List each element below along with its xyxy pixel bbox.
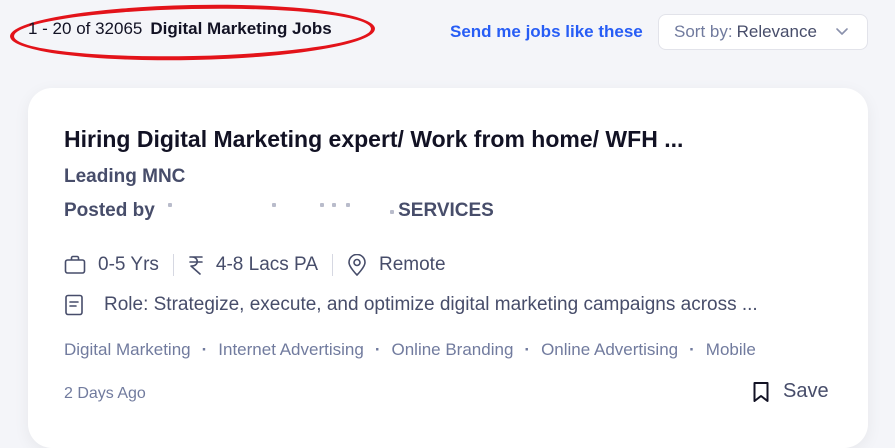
sort-label: Sort by:: [674, 22, 733, 41]
redacted-poster-name: [160, 200, 399, 221]
save-label: Save: [783, 380, 829, 402]
results-query: Digital Marketing Jobs: [150, 19, 332, 38]
bookmark-icon: [753, 381, 769, 402]
posted-by-label: Posted by: [64, 200, 155, 221]
tag: Online Advertising: [541, 340, 679, 359]
poster-name: SERVICES: [398, 200, 494, 221]
tag: Internet Advertising: [218, 340, 364, 359]
job-description: Role: Strategize, execute, and optimize …: [64, 294, 758, 316]
job-card[interactable]: Hiring Digital Marketing expert/ Work fr…: [28, 88, 868, 448]
save-button[interactable]: Save: [752, 380, 829, 403]
tag-separator: ·: [374, 340, 381, 359]
tag: Digital Marketing: [64, 340, 191, 359]
posted-ago: 2 Days Ago: [64, 385, 146, 402]
briefcase-icon: [64, 255, 86, 274]
description-text: Role: Strategize, execute, and optimize …: [104, 294, 758, 315]
sort-dropdown[interactable]: Sort by: Relevance: [658, 14, 868, 50]
tag-separator: ·: [201, 340, 208, 359]
salary-value: 4-8 Lacs PA: [215, 254, 318, 275]
document-icon: [65, 294, 83, 316]
rupee-icon: [189, 256, 203, 275]
results-range: 1 - 20 of 32065: [28, 19, 143, 38]
tag-separator: ·: [689, 340, 695, 359]
results-count: 1 - 20 of 32065 Digital Marketing Jobs: [28, 19, 332, 39]
job-meta: 0-5 Yrs 4-8 Lacs PA Remote: [64, 254, 446, 276]
send-me-jobs-link[interactable]: Send me jobs like these: [450, 22, 643, 42]
chevron-down-icon: [836, 28, 848, 35]
experience-value: 0-5 Yrs: [98, 254, 159, 275]
job-title[interactable]: Hiring Digital Marketing expert/ Work fr…: [64, 126, 683, 153]
location-pin-icon: [348, 254, 366, 276]
location-value: Remote: [379, 254, 446, 275]
divider: [172, 254, 174, 276]
tag-separator: ·: [524, 340, 531, 359]
skill-tags: Digital Marketing · Internet Advertising…: [64, 340, 756, 360]
divider: [332, 254, 333, 276]
posted-by: Posted by SERVICES: [64, 200, 494, 222]
location: Remote: [347, 254, 446, 276]
tag: Online Branding: [391, 340, 514, 359]
salary: 4-8 Lacs PA: [188, 254, 318, 276]
company-name[interactable]: Leading MNC: [64, 166, 185, 188]
experience: 0-5 Yrs: [64, 254, 159, 276]
tag: Mobile: [705, 340, 756, 359]
sort-value: Relevance: [736, 22, 817, 41]
